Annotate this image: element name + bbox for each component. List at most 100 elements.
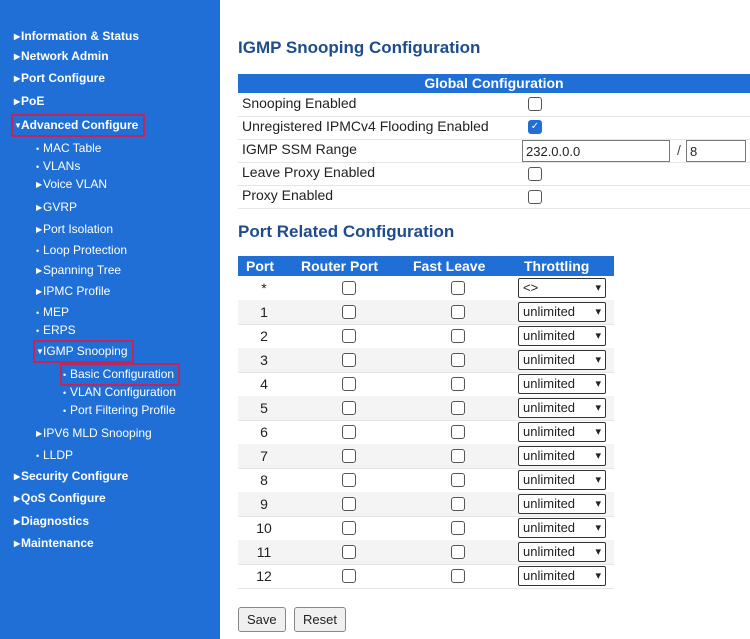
nav-port-configure[interactable]: ▶Port Configure bbox=[14, 70, 105, 87]
nav-network-admin[interactable]: ▶Network Admin bbox=[14, 48, 109, 65]
bullet-icon: • bbox=[63, 406, 67, 416]
triangle-right-icon: ▶ bbox=[36, 266, 43, 275]
throttling-select[interactable]: unlimited ▾ bbox=[518, 374, 606, 394]
router-port-checkbox[interactable] bbox=[342, 425, 356, 439]
bullet-icon: • bbox=[63, 388, 67, 398]
chevron-down-icon: ▾ bbox=[595, 522, 601, 534]
sidebar: ▶Information & Status ▶Network Admin ▶Po… bbox=[0, 0, 220, 639]
router-port-checkbox[interactable] bbox=[342, 449, 356, 463]
nav-mac-table[interactable]: • MAC Table bbox=[36, 140, 101, 157]
nav-voice-vlan[interactable]: ▶Voice VLAN bbox=[36, 176, 107, 193]
throttling-select[interactable]: <> ▾ bbox=[518, 278, 606, 298]
flooding-checkbox[interactable]: ✓ bbox=[528, 120, 542, 134]
nav-ipv6-mld-snooping[interactable]: ▶IPV6 MLD Snooping bbox=[36, 425, 152, 442]
nav-basic-configuration[interactable]: • Basic Configuration bbox=[59, 363, 181, 386]
throttling-select[interactable]: unlimited ▾ bbox=[518, 542, 606, 562]
throttling-select[interactable]: unlimited ▾ bbox=[518, 302, 606, 322]
router-port-checkbox[interactable] bbox=[342, 497, 356, 511]
nav-maintenance[interactable]: ▶Maintenance bbox=[14, 535, 94, 552]
nav-vlans[interactable]: • VLANs bbox=[36, 158, 80, 175]
row-proxy-enabled: Proxy Enabled bbox=[238, 185, 750, 209]
fast-leave-checkbox[interactable] bbox=[451, 473, 465, 487]
fast-leave-checkbox[interactable] bbox=[451, 305, 465, 319]
nav-port-filtering-profile[interactable]: • Port Filtering Profile bbox=[63, 402, 175, 419]
triangle-right-icon: ▶ bbox=[14, 32, 21, 41]
proxy-enabled-checkbox[interactable] bbox=[528, 190, 542, 204]
port-row: 10 unlimited ▾ bbox=[238, 516, 614, 541]
fast-leave-checkbox[interactable] bbox=[451, 497, 465, 511]
nav-erps[interactable]: • ERPS bbox=[36, 322, 76, 339]
triangle-right-icon: ▶ bbox=[14, 97, 21, 106]
save-button[interactable]: Save bbox=[238, 607, 286, 632]
ssm-prefix-input[interactable]: 8 bbox=[686, 140, 746, 162]
nav-advanced-configure[interactable]: ▼Advanced Configure bbox=[10, 114, 146, 137]
throttling-select[interactable]: unlimited ▾ bbox=[518, 494, 606, 514]
fast-leave-checkbox[interactable] bbox=[451, 281, 465, 295]
throttling-value: unlimited bbox=[523, 424, 576, 439]
throttling-select[interactable]: unlimited ▾ bbox=[518, 326, 606, 346]
nav-lldp[interactable]: • LLDP bbox=[36, 447, 73, 464]
reset-button[interactable]: Reset bbox=[294, 607, 346, 632]
nav-poe[interactable]: ▶PoE bbox=[14, 93, 44, 110]
port-row: 5 unlimited ▾ bbox=[238, 396, 614, 421]
throttling-select[interactable]: unlimited ▾ bbox=[518, 422, 606, 442]
port-number: 8 bbox=[260, 472, 268, 488]
nav-qos-configure[interactable]: ▶QoS Configure bbox=[14, 490, 106, 507]
chevron-down-icon: ▾ bbox=[595, 282, 601, 294]
port-row: 11 unlimited ▾ bbox=[238, 540, 614, 565]
nav-port-isolation[interactable]: ▶Port Isolation bbox=[36, 221, 113, 238]
router-port-checkbox[interactable] bbox=[342, 401, 356, 415]
triangle-right-icon: ▶ bbox=[14, 472, 21, 481]
fast-leave-checkbox[interactable] bbox=[451, 401, 465, 415]
nav-information-status[interactable]: ▶Information & Status bbox=[14, 28, 139, 45]
fast-leave-checkbox[interactable] bbox=[451, 353, 465, 367]
triangle-right-icon: ▶ bbox=[14, 74, 21, 83]
throttling-value: unlimited bbox=[523, 520, 576, 535]
nav-vlan-configuration[interactable]: • VLAN Configuration bbox=[63, 384, 176, 401]
router-port-checkbox[interactable] bbox=[342, 569, 356, 583]
nav-spanning-tree[interactable]: ▶Spanning Tree bbox=[36, 262, 121, 279]
nav-ipmc-profile[interactable]: ▶IPMC Profile bbox=[36, 283, 110, 300]
router-port-checkbox[interactable] bbox=[342, 329, 356, 343]
snooping-enabled-checkbox[interactable] bbox=[528, 97, 542, 111]
nav-mep[interactable]: • MEP bbox=[36, 304, 69, 321]
fast-leave-checkbox[interactable] bbox=[451, 449, 465, 463]
throttling-value: unlimited bbox=[523, 376, 576, 391]
fast-leave-checkbox[interactable] bbox=[451, 329, 465, 343]
port-row: 9 unlimited ▾ bbox=[238, 492, 614, 517]
throttling-select[interactable]: unlimited ▾ bbox=[518, 518, 606, 538]
bullet-icon: • bbox=[36, 451, 40, 461]
triangle-right-icon: ▶ bbox=[14, 52, 21, 61]
router-port-checkbox[interactable] bbox=[342, 377, 356, 391]
bullet-icon: • bbox=[36, 308, 40, 318]
fast-leave-checkbox[interactable] bbox=[451, 569, 465, 583]
nav-igmp-snooping[interactable]: ▼IGMP Snooping bbox=[33, 340, 134, 363]
throttling-select[interactable]: unlimited ▾ bbox=[518, 350, 606, 370]
fast-leave-checkbox[interactable] bbox=[451, 521, 465, 535]
nav-diagnostics[interactable]: ▶Diagnostics bbox=[14, 513, 89, 530]
leave-proxy-checkbox[interactable] bbox=[528, 167, 542, 181]
port-row: 8 unlimited ▾ bbox=[238, 468, 614, 493]
proxy-enabled-label: Proxy Enabled bbox=[242, 187, 334, 203]
throttling-select[interactable]: unlimited ▾ bbox=[518, 398, 606, 418]
router-port-checkbox[interactable] bbox=[342, 281, 356, 295]
port-number: 10 bbox=[256, 520, 272, 536]
nav-gvrp[interactable]: ▶GVRP bbox=[36, 199, 77, 216]
nav-loop-protection[interactable]: • Loop Protection bbox=[36, 242, 127, 259]
chevron-down-icon: ▾ bbox=[595, 426, 601, 438]
fast-leave-checkbox[interactable] bbox=[451, 377, 465, 391]
router-port-checkbox[interactable] bbox=[342, 305, 356, 319]
ssm-range-label: IGMP SSM Range bbox=[242, 141, 357, 157]
ssm-address-input[interactable]: 232.0.0.0 bbox=[522, 140, 670, 162]
throttling-select[interactable]: unlimited ▾ bbox=[518, 470, 606, 490]
router-port-checkbox[interactable] bbox=[342, 473, 356, 487]
fast-leave-checkbox[interactable] bbox=[451, 425, 465, 439]
router-port-checkbox[interactable] bbox=[342, 521, 356, 535]
router-port-checkbox[interactable] bbox=[342, 545, 356, 559]
port-row: 2 unlimited ▾ bbox=[238, 324, 614, 349]
fast-leave-checkbox[interactable] bbox=[451, 545, 465, 559]
router-port-checkbox[interactable] bbox=[342, 353, 356, 367]
throttling-select[interactable]: unlimited ▾ bbox=[518, 566, 606, 586]
throttling-select[interactable]: unlimited ▾ bbox=[518, 446, 606, 466]
nav-security-configure[interactable]: ▶Security Configure bbox=[14, 468, 128, 485]
